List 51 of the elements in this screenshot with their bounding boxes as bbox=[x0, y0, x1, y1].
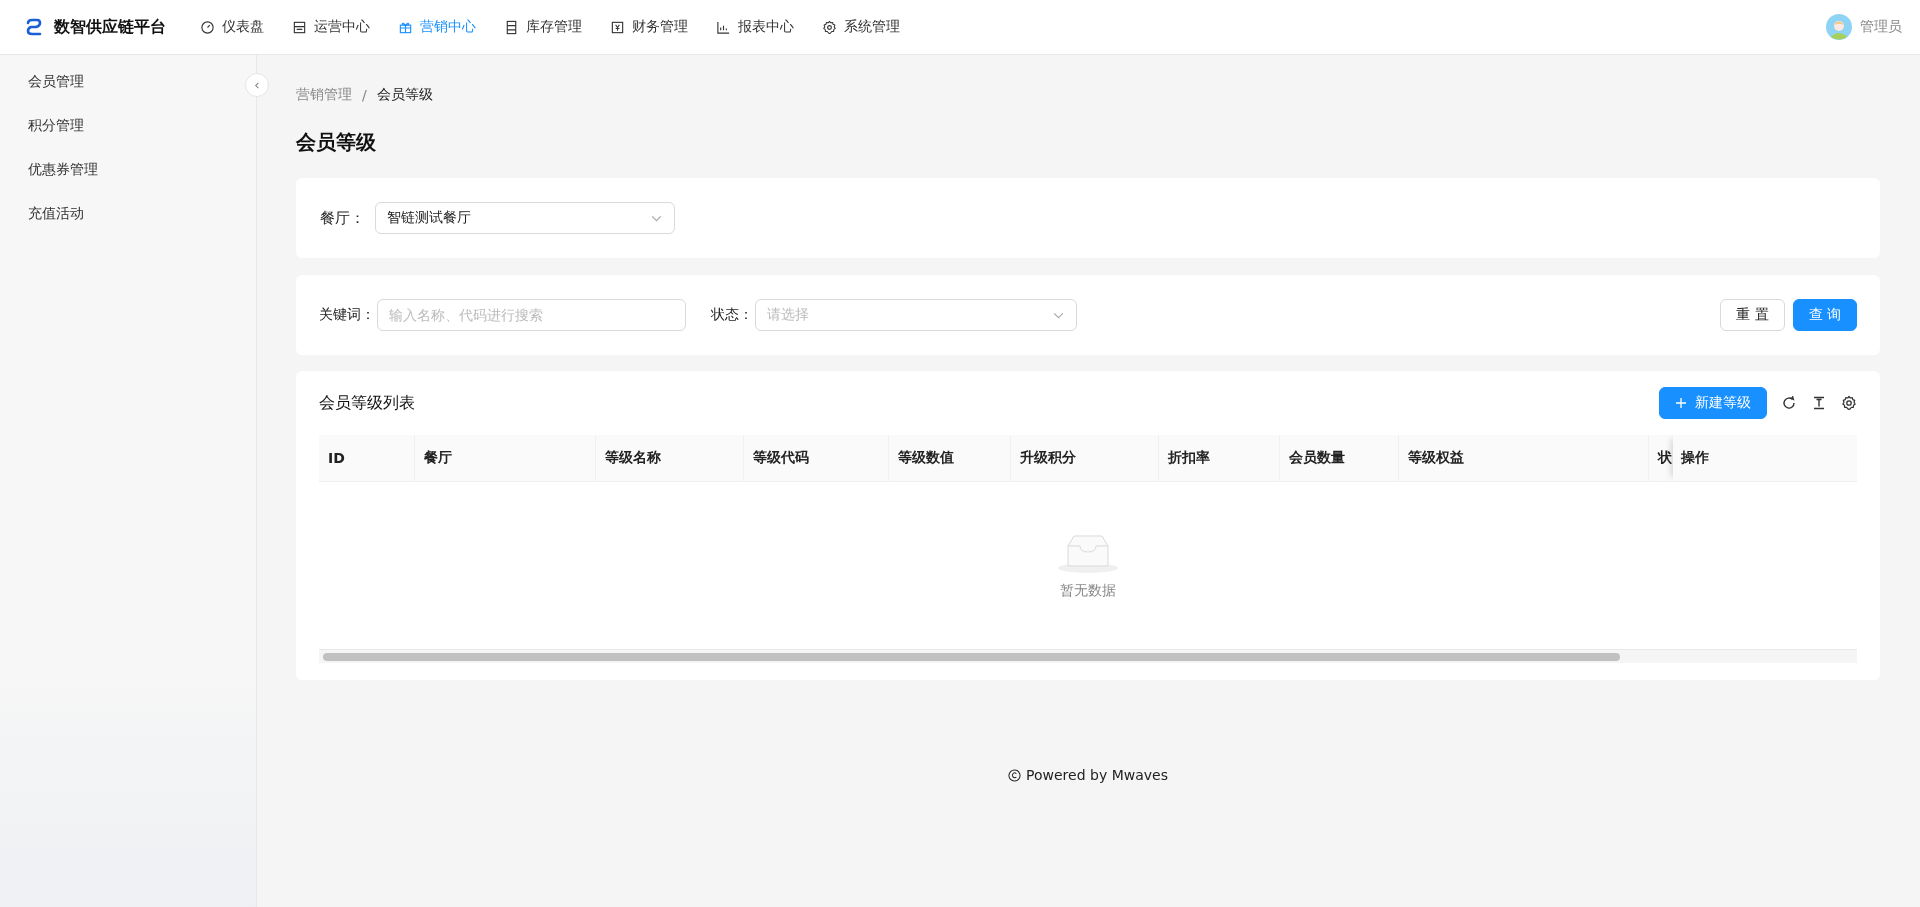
horizontal-scrollbar[interactable] bbox=[319, 649, 1857, 663]
copyright-icon bbox=[1008, 768, 1022, 782]
nav-item[interactable]: 运营中心 bbox=[278, 0, 384, 55]
yen-icon bbox=[610, 19, 625, 35]
logo-icon bbox=[24, 17, 44, 37]
nav-item[interactable]: 库存管理 bbox=[490, 0, 596, 55]
column-header: 等级权益 bbox=[1399, 435, 1649, 481]
settings-icon[interactable] bbox=[1841, 395, 1857, 411]
table-title: 会员等级列表 bbox=[319, 392, 415, 414]
nav-item[interactable]: 系统管理 bbox=[808, 0, 914, 55]
sidebar-item[interactable]: 充值活动 bbox=[0, 191, 236, 235]
column-header: 等级数值 bbox=[889, 435, 1011, 481]
user-name[interactable]: 管理员 bbox=[1860, 18, 1902, 36]
sidebar-item[interactable]: 优惠券管理 bbox=[0, 147, 236, 191]
column-header: 会员数量 bbox=[1280, 435, 1399, 481]
sidebar-item[interactable]: 积分管理 bbox=[0, 103, 236, 147]
nav-item[interactable]: 报表中心 bbox=[702, 0, 808, 55]
column-header: 操作 bbox=[1673, 435, 1857, 481]
settings-icon bbox=[822, 19, 837, 35]
column-height-icon[interactable] bbox=[1811, 395, 1827, 411]
column-header: 折扣率 bbox=[1159, 435, 1280, 481]
register-icon bbox=[292, 19, 307, 35]
column-header: 等级代码 bbox=[744, 435, 889, 481]
gauge-icon bbox=[200, 19, 215, 35]
column-header: ID bbox=[319, 435, 415, 481]
breadcrumb-current: 会员等级 bbox=[376, 86, 433, 104]
column-header: 升级积分 bbox=[1011, 435, 1159, 481]
sidebar-item[interactable]: 会员管理 bbox=[0, 59, 236, 103]
chevron-left-icon bbox=[252, 80, 262, 90]
reset-button[interactable]: 重 置 bbox=[1720, 299, 1785, 331]
breadcrumb-link[interactable]: 营销管理 bbox=[296, 86, 352, 104]
bar-chart-icon bbox=[716, 19, 731, 35]
app-title: 数智供应链平台 bbox=[54, 16, 166, 38]
restaurant-label: 餐厅： bbox=[320, 208, 365, 228]
plus-icon bbox=[1675, 397, 1687, 409]
keyword-input[interactable]: 输入名称、代码进行搜索 bbox=[377, 299, 686, 331]
nav-item[interactable]: 财务管理 bbox=[596, 0, 702, 55]
column-header: 餐厅 bbox=[415, 435, 596, 481]
column-header: 状 bbox=[1656, 448, 1673, 467]
status-label: 状态： bbox=[711, 306, 753, 324]
empty-message: 暂无数据 bbox=[1060, 581, 1116, 600]
column-header: 等级名称 bbox=[596, 435, 744, 481]
refresh-icon[interactable] bbox=[1781, 395, 1797, 411]
restaurant-select[interactable]: 智链测试餐厅 bbox=[375, 202, 675, 234]
page-title: 会员等级 bbox=[296, 129, 377, 156]
cabinet-icon bbox=[504, 19, 519, 35]
footer-text: Powered by Mwaves bbox=[296, 767, 1880, 783]
avatar-icon bbox=[1826, 14, 1852, 40]
keyword-label: 关键词： bbox=[319, 306, 375, 324]
nav-item[interactable]: 仪表盘 bbox=[186, 0, 278, 55]
breadcrumb-separator: / bbox=[362, 87, 367, 103]
